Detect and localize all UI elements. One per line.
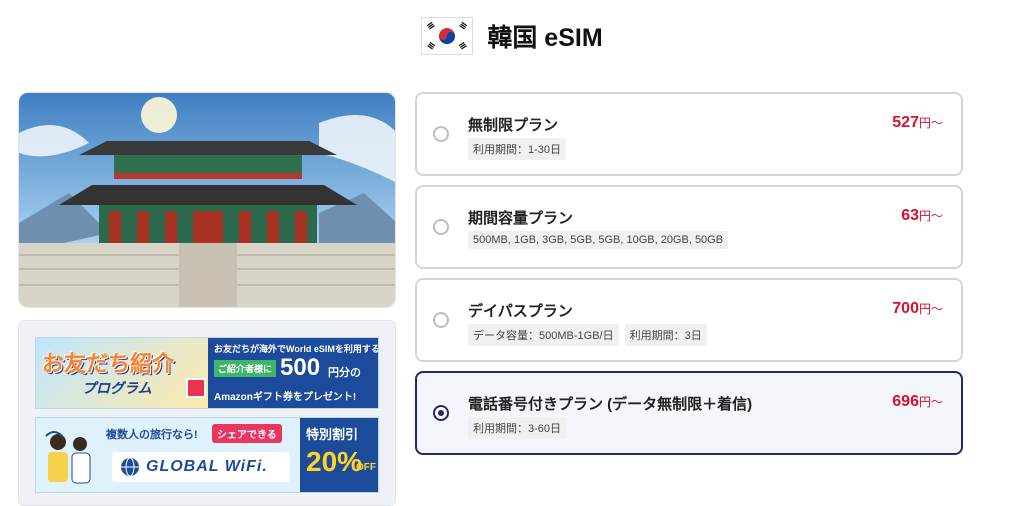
plan-option-unlimited[interactable]: 無制限プラン 利用期間：1-30日 527円〜 <box>415 92 963 176</box>
south-korea-flag-icon <box>421 17 474 55</box>
referral-badge: ご紹介者様に <box>214 360 277 377</box>
plan-tags: 利用期間：3-60日 <box>468 417 567 439</box>
plan-option-phone-number[interactable]: 電話番号付きプラン (データ無制限＋着信) 利用期間：3-60日 696円〜 <box>415 371 963 455</box>
radio-button[interactable] <box>433 126 449 142</box>
wifi-discount-block: 特別割引 20% OFF <box>300 418 378 492</box>
radio-button-selected[interactable] <box>433 405 449 421</box>
wifi-discount-off: OFF <box>356 462 376 473</box>
radio-button[interactable] <box>433 219 449 235</box>
travelers-illustration-icon <box>45 431 91 484</box>
palace-image <box>18 92 396 308</box>
plan-tags: データ容量：500MB-1GB/日 利用期間：3日 <box>468 324 707 346</box>
referral-subtitle: プログラム <box>82 380 152 396</box>
wifi-share-badge: シェアできる <box>212 424 282 443</box>
page-header: 韓国 eSIM <box>0 14 1024 58</box>
plan-price-unit: 円〜 <box>918 395 943 409</box>
globe-icon <box>121 457 139 477</box>
wifi-discount-value: 20% <box>306 446 363 477</box>
plan-name: 期間容量プラン <box>468 210 574 227</box>
gift-icon <box>186 378 206 398</box>
referral-banner-left: お友だち紹介 プログラム <box>36 338 208 408</box>
plan-name: 無制限プラン <box>468 117 559 134</box>
plan-tags: 利用期間：1-30日 <box>468 138 567 160</box>
plan-name: 電話番号付きプラン (データ無制限＋着信) <box>468 396 753 413</box>
plan-option-period-capacity[interactable]: 期間容量プラン 500MB, 1GB, 3GB, 5GB, 5GB, 10GB,… <box>415 185 963 269</box>
plan-tags: 500MB, 1GB, 3GB, 5GB, 5GB, 10GB, 20GB, 5… <box>468 231 729 249</box>
wifi-discount-label: 特別割引 <box>306 427 359 442</box>
plan-price: 527円〜 <box>892 114 943 132</box>
referral-program-banner[interactable]: お友だち紹介 プログラム お友だちが海外でWorld eSIMを利用すると ご紹… <box>35 337 379 409</box>
plan-tag: 利用期間：1-30日 <box>468 138 567 160</box>
referral-banner-right: お友だちが海外でWorld eSIMを利用すると ご紹介者様に 500 円分の … <box>208 338 378 408</box>
referral-title: お友だち紹介 <box>42 351 175 376</box>
plan-price-value: 696 <box>892 393 919 410</box>
plan-tag: 利用期間：3-60日 <box>468 417 567 439</box>
plan-price-value: 700 <box>892 300 919 317</box>
plan-price-unit: 円〜 <box>918 302 943 316</box>
plan-price-unit: 円〜 <box>918 209 943 223</box>
plan-tag: 500MB, 1GB, 3GB, 5GB, 5GB, 10GB, 20GB, 5… <box>468 231 729 249</box>
promo-panel: お友だち紹介 プログラム お友だちが海外でWorld eSIMを利用すると ご紹… <box>18 320 396 506</box>
referral-amount: 500 <box>280 354 321 381</box>
plan-tag: データ容量：500MB-1GB/日 <box>468 324 619 346</box>
global-wifi-banner[interactable]: 複数人の旅行なら! シェアできる GLOBAL WiFi. 特別割引 20% O… <box>35 417 379 493</box>
global-wifi-logo: GLOBAL WiFi. <box>112 452 290 482</box>
global-wifi-logo-text: GLOBAL WiFi. <box>146 458 268 475</box>
plan-option-day-pass[interactable]: デイパスプラン データ容量：500MB-1GB/日 利用期間：3日 700円〜 <box>415 278 963 362</box>
referral-line3: Amazonギフト券をプレゼント! <box>214 392 357 403</box>
plan-price: 63円〜 <box>901 207 943 225</box>
plan-price: 696円〜 <box>892 393 943 411</box>
wifi-line1: 複数人の旅行なら! <box>106 429 198 441</box>
radio-button[interactable] <box>433 312 449 328</box>
plan-price-value: 63 <box>901 207 919 224</box>
page-title: 韓国 eSIM <box>487 24 603 52</box>
plan-price: 700円〜 <box>892 300 943 318</box>
plan-price-value: 527 <box>892 114 919 131</box>
plan-name: デイパスプラン <box>468 303 573 320</box>
plan-tag: 利用期間：3日 <box>624 324 707 346</box>
plan-price-unit: 円〜 <box>918 116 943 130</box>
referral-unit: 円分の <box>328 367 361 379</box>
